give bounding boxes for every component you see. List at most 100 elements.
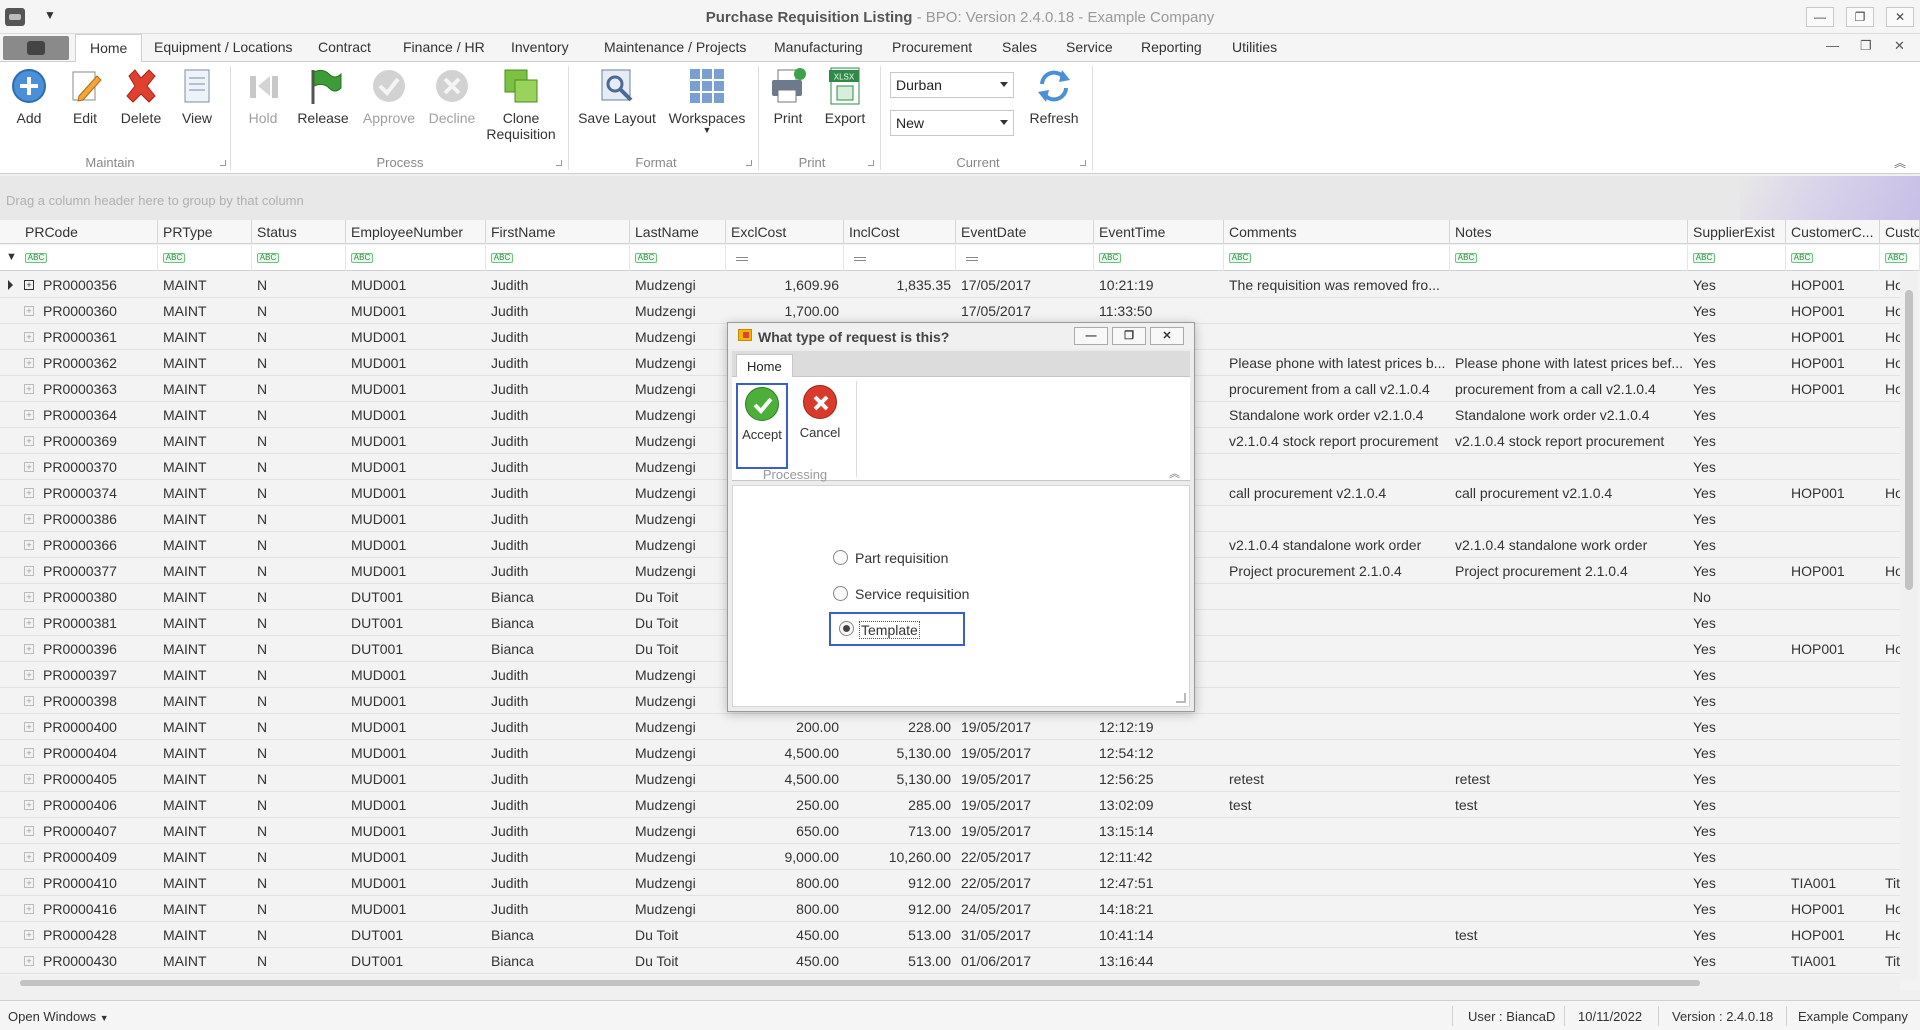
expand-row-icon[interactable]: +: [24, 956, 34, 966]
expand-row-icon[interactable]: +: [24, 800, 34, 810]
refresh-button[interactable]: Refresh: [1024, 66, 1084, 126]
resize-grip-icon[interactable]: [1176, 693, 1186, 703]
open-windows-button[interactable]: Open Windows ▼: [8, 1009, 109, 1024]
column-header[interactable]: ExclCost: [726, 220, 844, 244]
column-header[interactable]: Status: [252, 220, 346, 244]
hold-button[interactable]: Hold: [244, 66, 282, 126]
filter-cell[interactable]: ABC: [630, 245, 726, 271]
column-header[interactable]: Comments: [1224, 220, 1450, 244]
edit-button[interactable]: Edit: [64, 66, 106, 126]
status-combo[interactable]: New: [890, 110, 1014, 136]
vertical-scrollbar[interactable]: [1900, 272, 1918, 980]
filter-cell[interactable]: [956, 245, 1094, 271]
column-header[interactable]: CustomerC...: [1786, 220, 1880, 244]
dialog-minimize-button[interactable]: —: [1074, 327, 1108, 345]
add-button[interactable]: Add: [8, 66, 50, 126]
approve-button[interactable]: Approve: [362, 66, 416, 126]
expand-row-icon[interactable]: +: [24, 306, 34, 316]
table-row[interactable]: + PR0000405 MAINT N MUD001 Judith Mudzengi 4,50…: [0, 766, 1900, 792]
expand-row-icon[interactable]: +: [24, 722, 34, 732]
dialog-maximize-button[interactable]: ❐: [1112, 327, 1146, 345]
site-combo[interactable]: Durban: [890, 72, 1014, 98]
tab-procurement[interactable]: Procurement: [892, 39, 972, 55]
filter-cell[interactable]: [726, 245, 844, 271]
radio-template[interactable]: Template: [829, 612, 965, 646]
release-button[interactable]: Release: [296, 66, 350, 126]
expand-row-icon[interactable]: +: [24, 566, 34, 576]
expand-row-icon[interactable]: +: [24, 930, 34, 940]
tab-reporting[interactable]: Reporting: [1141, 39, 1202, 55]
column-header[interactable]: EmployeeNumber: [346, 220, 486, 244]
tab-utilities[interactable]: Utilities: [1232, 39, 1277, 55]
table-row[interactable]: + PR0000404 MAINT N MUD001 Judith Mudzengi 4,50…: [0, 740, 1900, 766]
mdi-minimize-button[interactable]: —: [1826, 38, 1839, 53]
horizontal-scroll-thumb[interactable]: [20, 980, 1700, 986]
tab-contract[interactable]: Contract: [318, 39, 371, 55]
filter-cell[interactable]: ABC: [1450, 245, 1688, 271]
format-launcher-icon[interactable]: [746, 160, 752, 166]
tab-inventory[interactable]: Inventory: [511, 39, 569, 55]
expand-row-icon[interactable]: +: [24, 696, 34, 706]
expand-row-icon[interactable]: +: [24, 488, 34, 498]
expand-row-icon[interactable]: +: [24, 852, 34, 862]
tab-finance-hr[interactable]: Finance / HR: [403, 39, 485, 55]
save-layout-button[interactable]: Save Layout: [576, 66, 658, 126]
horizontal-scrollbar[interactable]: [0, 976, 1900, 990]
tab-equipment-locations[interactable]: Equipment / Locations: [154, 39, 293, 55]
expand-row-icon[interactable]: +: [24, 358, 34, 368]
filter-cell[interactable]: ABC: [1224, 245, 1450, 271]
column-header[interactable]: InclCost: [844, 220, 956, 244]
minimize-button[interactable]: —: [1806, 7, 1834, 27]
expand-row-icon[interactable]: +: [24, 540, 34, 550]
expand-row-icon[interactable]: +: [24, 826, 34, 836]
table-row[interactable]: + PR0000400 MAINT N MUD001 Judith Mudzengi 200.…: [0, 714, 1900, 740]
tab-manufacturing[interactable]: Manufacturing: [774, 39, 863, 55]
table-row[interactable]: + PR0000428 MAINT N DUT001 Bianca Du Toit 450.0…: [0, 922, 1903, 948]
filter-cell[interactable]: ABC: [20, 245, 158, 271]
filter-cell[interactable]: ABC: [1688, 245, 1786, 271]
filter-cell[interactable]: ABC: [346, 245, 486, 271]
column-header[interactable]: EventDate: [956, 220, 1094, 244]
filter-cell[interactable]: [844, 245, 956, 271]
table-row[interactable]: + PR0000409 MAINT N MUD001 Judith Mudzengi 9,00…: [0, 844, 1900, 870]
decline-button[interactable]: Decline: [428, 66, 476, 126]
expand-row-icon[interactable]: +: [24, 436, 34, 446]
maintain-launcher-icon[interactable]: [220, 160, 226, 166]
column-header[interactable]: Notes: [1450, 220, 1688, 244]
collapse-ribbon-icon[interactable]: ︽: [1169, 465, 1180, 481]
table-row[interactable]: + PR0000406 MAINT N MUD001 Judith Mudzengi 250.…: [0, 792, 1900, 818]
expand-row-icon[interactable]: +: [24, 774, 34, 784]
column-header[interactable]: EventTime: [1094, 220, 1224, 244]
filter-cell[interactable]: ABC: [1094, 245, 1224, 271]
dialog-title-bar[interactable]: What type of request is this? — ❐ ✕: [728, 323, 1194, 349]
delete-button[interactable]: Delete: [118, 66, 164, 126]
view-button[interactable]: View: [177, 66, 217, 126]
table-row[interactable]: + PR0000356 MAINT N MUD001 Judith Mudzengi 1,60…: [0, 272, 1903, 298]
dialog-tab-home[interactable]: Home: [736, 354, 793, 378]
workspaces-button[interactable]: Workspaces ▼: [668, 66, 746, 135]
expand-row-icon[interactable]: +: [24, 280, 34, 290]
application-menu-button[interactable]: [3, 36, 69, 60]
expand-row-icon[interactable]: +: [24, 644, 34, 654]
expand-row-icon[interactable]: +: [24, 618, 34, 628]
restore-button[interactable]: ❐: [1846, 7, 1874, 27]
cancel-button[interactable]: Cancel: [794, 383, 846, 469]
table-row[interactable]: + PR0000407 MAINT N MUD001 Judith Mudzengi 650.…: [0, 818, 1900, 844]
group-by-panel[interactable]: Drag a column header here to group by th…: [0, 176, 1920, 220]
column-header[interactable]: PRType: [158, 220, 252, 244]
table-row[interactable]: + PR0000416 MAINT N MUD001 Judith Mudzengi 800.…: [0, 896, 1903, 922]
expand-row-icon[interactable]: +: [24, 878, 34, 888]
print-launcher-icon[interactable]: [868, 160, 874, 166]
close-button[interactable]: ✕: [1886, 7, 1914, 27]
expand-row-icon[interactable]: +: [24, 748, 34, 758]
export-button[interactable]: XLSX Export: [820, 66, 870, 126]
print-button[interactable]: Print: [766, 66, 810, 126]
vertical-scroll-thumb[interactable]: [1905, 290, 1913, 590]
filter-cell[interactable]: ABC: [486, 245, 630, 271]
table-row[interactable]: + PR0000430 MAINT N DUT001 Bianca Du Toit 450.0…: [0, 948, 1900, 974]
collapse-ribbon-icon[interactable]: ︽: [1894, 154, 1906, 171]
table-row[interactable]: + PR0000410 MAINT N MUD001 Judith Mudzengi 800.…: [0, 870, 1900, 896]
column-header[interactable]: SupplierExist: [1688, 220, 1786, 244]
accept-button[interactable]: Accept: [736, 383, 788, 469]
table-row[interactable]: + PR0000360 MAINT N MUD001 Judith Mudzengi 1,70…: [0, 298, 1903, 324]
